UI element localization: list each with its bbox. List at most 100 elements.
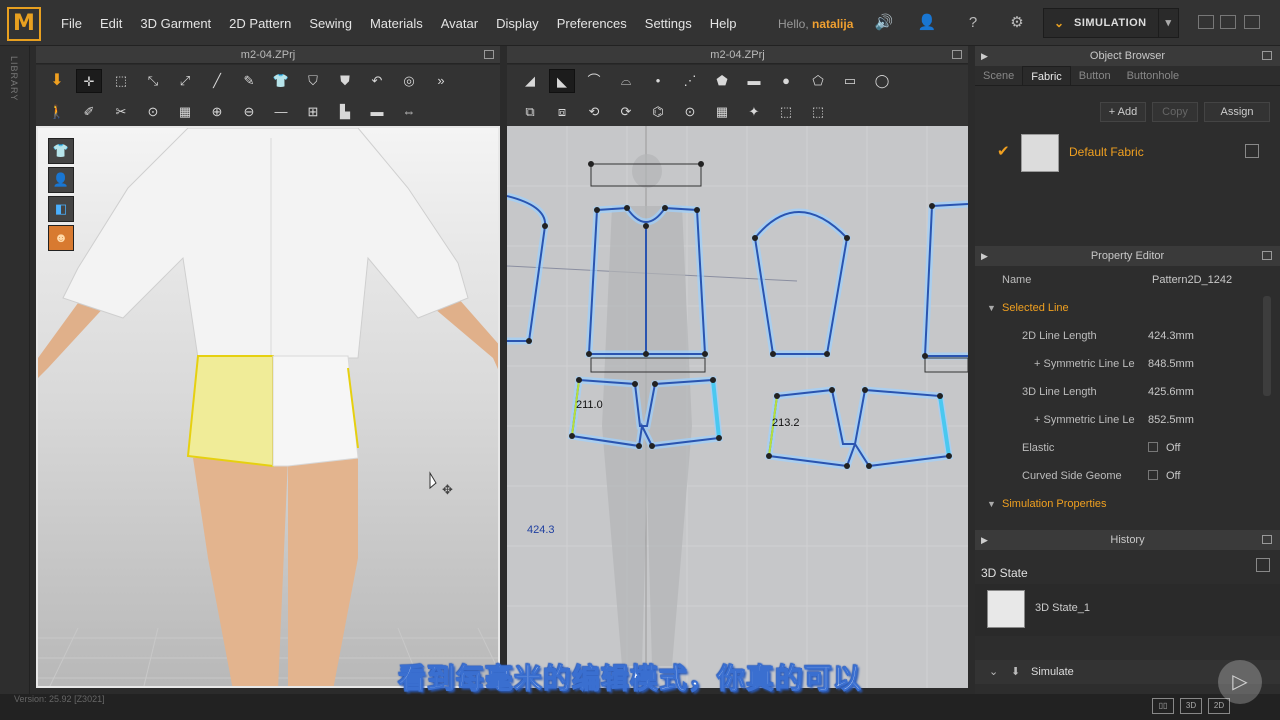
zipper-icon[interactable]: ⊞ (300, 100, 326, 124)
simulation-properties-section[interactable]: ▼ Simulation Properties (975, 490, 1265, 518)
fit-icon[interactable]: ⛉ (300, 69, 326, 93)
ring-icon[interactable]: ◎ (396, 69, 422, 93)
m-n-sewing-icon[interactable]: ⟲ (581, 100, 607, 124)
texture-icon[interactable]: ✂ (108, 100, 134, 124)
add-button-icon[interactable]: ⊕ (204, 100, 230, 124)
maximize-icon[interactable] (484, 50, 494, 59)
expand-icon[interactable]: ▶ (981, 246, 988, 266)
view-3d-icon[interactable]: 3D (1180, 698, 1202, 714)
pin-icon[interactable]: ✎ (236, 69, 262, 93)
rectangle-icon[interactable]: ▬ (741, 69, 767, 93)
view-2d-icon[interactable]: 2D (1208, 698, 1230, 714)
grain-icon[interactable]: ✦ (741, 100, 767, 124)
line-icon[interactable]: ― (268, 100, 294, 124)
texture-2d-icon[interactable]: ⊙ (677, 100, 703, 124)
tab-scene[interactable]: Scene (975, 66, 1022, 85)
maximize-icon[interactable] (1262, 251, 1272, 260)
internal-polygon-icon[interactable]: ⬠ (805, 69, 831, 93)
tab-buttonhole[interactable]: Buttonhole (1119, 66, 1188, 85)
tape-2d-icon[interactable]: ⌬ (645, 100, 671, 124)
curve-point-icon[interactable]: ⌓ (613, 69, 639, 93)
viewport-3d[interactable]: ✥ 👕 👤 ◧ ☻ (36, 126, 500, 688)
select-area-icon[interactable]: ⬚ (773, 100, 799, 124)
fold-arrange-icon[interactable]: ↶ (364, 69, 390, 93)
transform-pattern-icon[interactable]: ✛ (76, 68, 102, 93)
expand-icon[interactable]: ▶ (981, 46, 988, 66)
internal-rect-icon[interactable]: ▭ (837, 69, 863, 93)
menu-edit[interactable]: Edit (91, 16, 131, 31)
edit-pattern-icon[interactable]: ◢ (517, 69, 543, 93)
move-arrows-icon[interactable]: ⇔ (396, 100, 422, 124)
tack-icon[interactable]: ╱ (204, 69, 230, 93)
menu-materials[interactable]: Materials (361, 16, 432, 31)
select-move-icon[interactable]: ⬇ (44, 69, 70, 93)
menu-display[interactable]: Display (487, 16, 548, 31)
avatar-view-icon[interactable]: 👤 (48, 167, 74, 193)
avatar-pose-icon[interactable]: 🚶 (44, 100, 70, 124)
maximize-icon[interactable] (1262, 51, 1272, 60)
library-sidebar[interactable]: LIBRARY (0, 46, 30, 694)
scale-icon[interactable]: ⤡ (140, 69, 166, 93)
garment-view-icon[interactable]: 👕 (48, 138, 74, 164)
scrollbar[interactable] (1263, 296, 1271, 396)
close-button[interactable] (1244, 15, 1260, 29)
pattern-grid-icon[interactable]: ▦ (172, 100, 198, 124)
menu-file[interactable]: File (52, 16, 91, 31)
maximize-icon[interactable] (1262, 535, 1272, 544)
flat-icon[interactable]: ▬ (364, 100, 390, 124)
fabric-options-icon[interactable] (1245, 144, 1259, 158)
check-sewing-icon[interactable]: ⟳ (613, 100, 639, 124)
maximize-icon[interactable] (952, 50, 962, 59)
cut-line-icon[interactable]: ⋰ (677, 69, 703, 93)
menu-2d-pattern[interactable]: 2D Pattern (220, 16, 300, 31)
expand-icon[interactable]: ▶ (981, 530, 988, 550)
split-view-icon[interactable]: ▯▯ (1152, 698, 1174, 714)
segment-sewing-icon[interactable]: ⧉ (517, 100, 543, 124)
curved-checkbox[interactable] (1148, 470, 1158, 480)
skin-view-icon[interactable]: ☻ (48, 225, 74, 251)
menu-3d-garment[interactable]: 3D Garment (131, 16, 220, 31)
assign-fabric-button[interactable]: Assign (1204, 102, 1270, 122)
polygon-icon[interactable]: ⬟ (709, 69, 735, 93)
add-fabric-button[interactable]: + Add (1100, 102, 1146, 122)
grid-2d-icon[interactable]: ▦ (709, 100, 735, 124)
menu-settings[interactable]: Settings (636, 16, 701, 31)
tape-icon[interactable]: ▙ (332, 100, 358, 124)
elastic-checkbox[interactable] (1148, 442, 1158, 452)
more-icon[interactable]: » (428, 69, 454, 93)
select-mesh-icon[interactable]: ⬚ (108, 69, 134, 93)
simulation-button[interactable]: ⌄ SIMULATION ▾ (1043, 8, 1179, 38)
play-icon[interactable]: ▷ (1218, 660, 1262, 704)
fabric-item[interactable]: ✔ Default Fabric (991, 134, 1271, 172)
brush-icon[interactable]: ✐ (76, 100, 102, 124)
fold-icon[interactable]: ⤢ (172, 69, 198, 93)
tab-fabric[interactable]: Fabric (1022, 66, 1071, 85)
free-sewing-icon[interactable]: ⧈ (549, 100, 575, 124)
annotation-icon[interactable]: ⬚ (805, 100, 831, 124)
selected-line-section[interactable]: ▼ Selected Line (975, 294, 1265, 322)
arrange-icon[interactable]: ⛊ (332, 69, 358, 93)
minimize-button[interactable] (1198, 15, 1214, 29)
maximize-button[interactable] (1220, 15, 1236, 29)
edit-curvature-icon[interactable]: ⌒ (581, 69, 607, 93)
viewport-2d[interactable]: 211.0 213.2 424.3 (507, 126, 968, 688)
fabric-view-icon[interactable]: ◧ (48, 196, 74, 222)
copy-fabric-button[interactable]: Copy (1152, 102, 1198, 122)
simulation-dropdown[interactable]: ▾ (1158, 9, 1178, 37)
speaker-icon[interactable]: 🔊 (873, 12, 895, 34)
edit-point-icon[interactable]: ◣ (549, 68, 575, 93)
buttonhole-icon[interactable]: ⊖ (236, 100, 262, 124)
tab-button[interactable]: Button (1071, 66, 1119, 85)
avatar-settings-icon[interactable]: ⚙ (1006, 12, 1028, 34)
help-icon[interactable]: ? (962, 12, 984, 34)
circle-icon[interactable]: ● (773, 69, 799, 93)
history-item[interactable]: 3D State_1 (975, 584, 1280, 636)
user-icon[interactable]: 👤 (916, 12, 938, 34)
add-point-icon[interactable]: • (645, 69, 671, 93)
menu-avatar[interactable]: Avatar (432, 16, 487, 31)
menu-preferences[interactable]: Preferences (548, 16, 636, 31)
garment-icon[interactable]: 👕 (268, 69, 294, 93)
menu-sewing[interactable]: Sewing (300, 16, 361, 31)
internal-circle-icon[interactable]: ◯ (869, 69, 895, 93)
menu-help[interactable]: Help (701, 16, 746, 31)
